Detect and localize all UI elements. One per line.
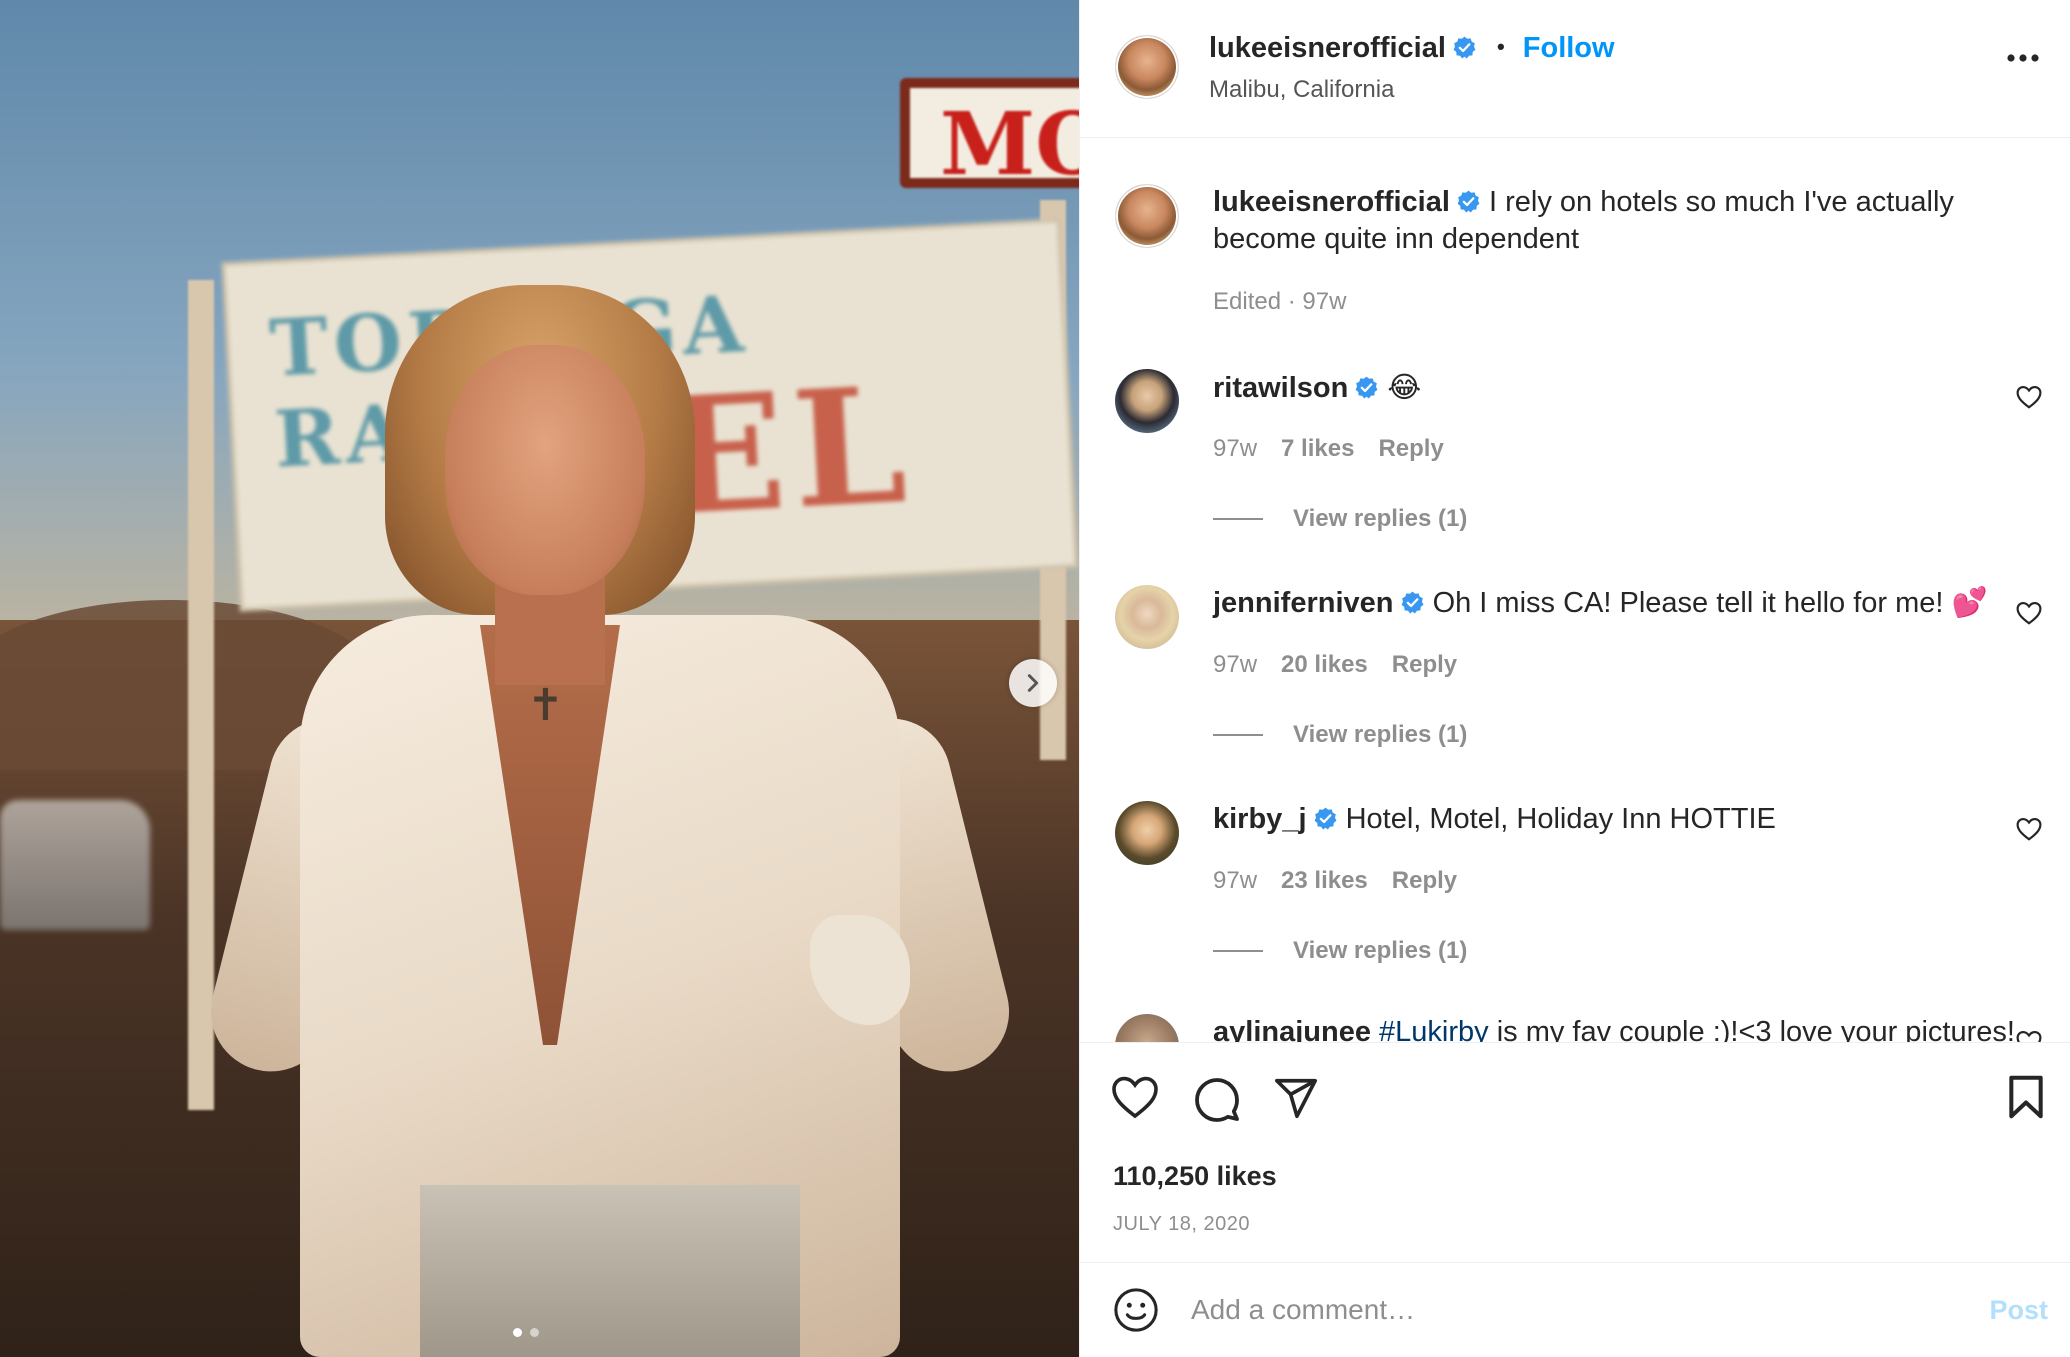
likes-count[interactable]: 110,250 likes: [1113, 1161, 1277, 1192]
header-separator: •: [1497, 34, 1505, 59]
verified-badge-icon: [1457, 190, 1480, 213]
more-horizontal-icon: [2007, 54, 2039, 62]
comment-text: jenniferniven Oh I miss CA! Please tell …: [1213, 585, 2013, 622]
comment-body: Hotel, Motel, Holiday Inn HOTTIE: [1345, 803, 1776, 835]
comment-bubble-icon: [1195, 1078, 1239, 1122]
post-location[interactable]: Malibu, California: [1209, 76, 1394, 104]
paper-plane-icon: [1275, 1078, 1317, 1119]
commenter-username[interactable]: aylinajunee: [1213, 1016, 1371, 1042]
post-side-panel: lukeeisnerofficial • Follow Malibu, Cali…: [1079, 0, 2070, 1357]
owner-username[interactable]: lukeeisnerofficial: [1209, 32, 1446, 64]
emoji-picker-button[interactable]: [1113, 1287, 1159, 1338]
comment-likes-count[interactable]: 7 likes: [1281, 435, 1354, 463]
cross-necklace: ✝: [527, 681, 564, 730]
more-options-button[interactable]: [2006, 50, 2040, 68]
comment-reply-button[interactable]: Reply: [1378, 435, 1443, 463]
comment-hashtag[interactable]: #Lukirby: [1379, 1016, 1489, 1042]
share-button[interactable]: [1273, 1075, 1319, 1126]
heart-outline-icon: [2016, 385, 2042, 409]
caption-username[interactable]: lukeeisnerofficial: [1213, 186, 1450, 218]
caption-avatar[interactable]: [1115, 184, 1179, 248]
chevron-right-icon: [1027, 674, 1039, 692]
comment-likes-count[interactable]: 23 likes: [1281, 867, 1368, 895]
caption-meta: Edited · 97w: [1213, 288, 1346, 316]
commenter-username[interactable]: kirby_j: [1213, 803, 1307, 835]
view-replies-label: View replies (1): [1293, 721, 1468, 748]
view-replies-button[interactable]: View replies (1): [1213, 937, 1467, 965]
verified-badge-icon: [1355, 376, 1378, 399]
follow-button[interactable]: Follow: [1523, 32, 1615, 64]
comment-body: 😂: [1387, 370, 1422, 404]
post-photo[interactable]: MOT TOPANGA RANCH TEL ✝: [0, 0, 1079, 1357]
heart-outline-icon: [2016, 601, 2042, 625]
comment-like-button[interactable]: [2016, 385, 2042, 414]
comment-meta: 97w 20 likes Reply: [1213, 651, 1457, 679]
comment-age[interactable]: 97w: [1213, 435, 1257, 463]
view-replies-label: View replies (1): [1293, 505, 1468, 532]
post-actions-bar: 110,250 likes JULY 18, 2020: [1080, 1042, 2070, 1262]
photo-car: [0, 800, 150, 930]
post-date[interactable]: JULY 18, 2020: [1113, 1213, 1250, 1236]
comment-age[interactable]: 97w: [1213, 867, 1257, 895]
commenter-avatar[interactable]: [1115, 801, 1179, 865]
comment-age[interactable]: 97w: [1213, 651, 1257, 679]
comment-reply-button[interactable]: Reply: [1392, 867, 1457, 895]
heart-outline-icon: [2016, 817, 2042, 841]
view-replies-button[interactable]: View replies (1): [1213, 505, 1467, 533]
comment-text: aylinajunee #Lukirby is my fav couple :)…: [1213, 1014, 2033, 1042]
comment-text: kirby_j Hotel, Motel, Holiday Inn HOTTIE: [1213, 801, 2013, 838]
comment-input[interactable]: [1191, 1287, 1951, 1333]
commenter-username[interactable]: ritawilson: [1213, 372, 1348, 404]
caption-edited-time[interactable]: Edited · 97w: [1213, 288, 1346, 316]
comment-reply-button[interactable]: Reply: [1392, 651, 1457, 679]
verified-badge-icon: [1401, 591, 1423, 614]
comments-list[interactable]: lukeeisnerofficial I rely on hotels so m…: [1080, 139, 2070, 1042]
comment-body: is my fav couple :)!<3 love your picture…: [1496, 1016, 2015, 1042]
post-comment-button[interactable]: Post: [1989, 1295, 2048, 1326]
person-jeans: [420, 1185, 800, 1357]
smiley-face-icon: [1114, 1288, 1158, 1332]
comment-body: Oh I miss CA! Please tell it hello for m…: [1432, 587, 1988, 619]
carousel-dot-1: [513, 1328, 522, 1337]
commenter-username[interactable]: jenniferniven: [1213, 587, 1394, 619]
post-header: lukeeisnerofficial • Follow Malibu, Cali…: [1080, 0, 2070, 138]
replies-divider: [1213, 950, 1263, 952]
owner-avatar[interactable]: [1115, 35, 1179, 99]
replies-divider: [1213, 734, 1263, 736]
comment-likes-count[interactable]: 20 likes: [1281, 651, 1368, 679]
save-button[interactable]: [2006, 1075, 2046, 1124]
comment-like-button[interactable]: [2016, 817, 2042, 846]
carousel-dot-2: [530, 1328, 539, 1337]
commenter-avatar[interactable]: [1115, 1014, 1179, 1042]
replies-divider: [1213, 518, 1263, 520]
view-replies-button[interactable]: View replies (1): [1213, 721, 1467, 749]
commenter-avatar[interactable]: [1115, 585, 1179, 649]
verified-badge-icon: [1453, 36, 1476, 59]
caption-text: lukeeisnerofficial I rely on hotels so m…: [1213, 184, 2013, 258]
motel-sign-small: MOT: [900, 78, 1079, 195]
carousel-next-button[interactable]: [1009, 659, 1057, 707]
view-replies-label: View replies (1): [1293, 937, 1468, 964]
verified-badge-icon: [1314, 807, 1336, 830]
like-button[interactable]: [1111, 1075, 1159, 1124]
comment-meta: 97w 23 likes Reply: [1213, 867, 1457, 895]
photo-person: ✝: [198, 285, 1022, 1357]
comment-like-button[interactable]: [2016, 601, 2042, 630]
owner-username-row: lukeeisnerofficial • Follow: [1209, 32, 1615, 65]
add-comment-bar: Post: [1080, 1262, 2070, 1357]
commenter-avatar[interactable]: [1115, 369, 1179, 433]
heart-outline-icon: [2016, 1030, 2042, 1042]
carousel-dots: [513, 1328, 539, 1337]
motel-sign-small-text: MOT: [940, 94, 1079, 195]
heart-outline-icon: [1112, 1076, 1158, 1119]
person-face: [445, 345, 645, 595]
comment-button[interactable]: [1193, 1075, 1241, 1128]
sign-pole-left: [188, 280, 214, 1110]
comment-like-button[interactable]: [2016, 1030, 2042, 1042]
comment-text: ritawilson 😂: [1213, 369, 2013, 407]
comment-meta: 97w 7 likes Reply: [1213, 435, 1444, 463]
bookmark-icon: [2009, 1075, 2043, 1119]
